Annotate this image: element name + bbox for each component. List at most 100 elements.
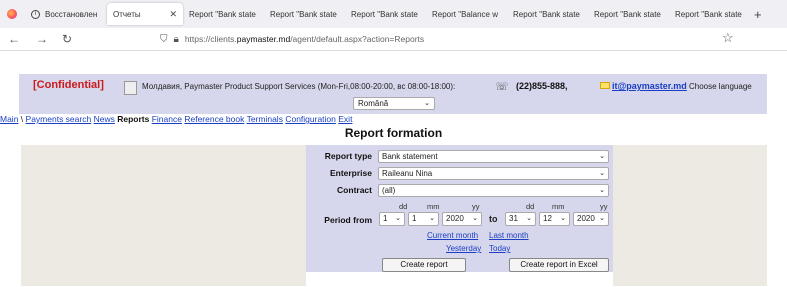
tab-report[interactable]: Report "Bank state (669, 3, 750, 25)
report-form: Report type Bank statement ⌄ Enterprise … (306, 145, 613, 272)
chevron-down-icon: ⌄ (424, 100, 430, 107)
from-day-value: 1 (383, 214, 388, 223)
to-label: to (489, 214, 498, 224)
to-day-value: 31 (509, 214, 518, 223)
tab-label: Report "Bank state (189, 9, 256, 19)
mail-icon (600, 82, 610, 89)
create-report-button[interactable]: Create report (382, 258, 466, 272)
last-month-link[interactable]: Last month (489, 231, 529, 240)
to-year-select[interactable]: 2020 ⌄ (573, 212, 609, 226)
menu-news[interactable]: News (94, 114, 115, 124)
tab-report[interactable]: Report "Balance w (426, 3, 507, 25)
email-link[interactable]: it@paymaster.md (612, 81, 687, 91)
from-month-value: 1 (412, 214, 417, 223)
confidential-label: [Confidential] (33, 79, 104, 91)
shield-icon: ⛉ (160, 33, 168, 45)
from-year-value: 2020 (446, 214, 464, 223)
contract-label: Contract (337, 185, 372, 195)
to-yy-label: yy (600, 202, 608, 211)
menu-reports[interactable]: Reports (117, 114, 149, 124)
lock-icon: 🔒︎ (173, 33, 179, 45)
page-title: Report formation (344, 126, 443, 140)
reload-icon[interactable]: ↻ (62, 32, 72, 46)
tab-label: Report "Bank state (351, 9, 418, 19)
from-mm-label: mm (427, 202, 440, 211)
menu-reference-book[interactable]: Reference book (184, 114, 244, 124)
report-type-value: Bank statement (382, 152, 438, 161)
bookmark-star-icon[interactable]: ☆ (722, 30, 734, 46)
choose-language-label: Choose language (689, 82, 752, 91)
url-bar[interactable]: ⛉ 🔒︎ https://clients. paymaster.md/agent/… (160, 31, 740, 47)
tab-report[interactable]: Report "Bank state (507, 3, 588, 25)
to-month-select[interactable]: 12 ⌄ (539, 212, 570, 226)
language-value: Română (358, 99, 389, 108)
contract-select[interactable]: (all) ⌄ (378, 184, 609, 197)
to-mm-label: mm (552, 202, 565, 211)
form-footer (306, 272, 613, 286)
browser-tabstrip: i Восстановлен Отчеты ✕ Report "Bank sta… (0, 0, 787, 28)
chevron-down-icon: ⌄ (560, 215, 566, 222)
right-panel (613, 145, 767, 286)
tab-reports[interactable]: Отчеты ✕ (107, 3, 183, 25)
new-tab-icon[interactable]: + (754, 7, 762, 22)
tab-label: Отчеты (113, 9, 141, 19)
chevron-down-icon: ⌄ (526, 215, 532, 222)
company-info: Молдавия, Paymaster Product Support Serv… (142, 82, 456, 91)
today-link[interactable]: Today (489, 244, 510, 253)
document-icon (124, 81, 137, 95)
create-report-excel-button[interactable]: Create report in Excel (509, 258, 609, 272)
phone-number: (22)855-888, (516, 81, 568, 91)
from-month-select[interactable]: 1 ⌄ (408, 212, 439, 226)
browser-navbar: ← → ↻ ⛉ 🔒︎ https://clients. paymaster.md /… (0, 28, 787, 51)
tab-label: Report "Bank state (513, 9, 580, 19)
url-prefix: https://clients. (184, 34, 237, 44)
header-bar: [Confidential] Молдавия, Paymaster Produ… (19, 74, 767, 114)
menu-terminals[interactable]: Terminals (247, 114, 283, 124)
from-day-select[interactable]: 1 ⌄ (379, 212, 405, 226)
firefox-icon (7, 9, 17, 19)
from-dd-label: dd (399, 202, 408, 211)
forward-arrow-icon[interactable]: → (36, 32, 48, 46)
url-host: paymaster.md (236, 34, 291, 44)
tab-report[interactable]: Report "Bank state (588, 3, 669, 25)
back-arrow-icon[interactable]: ← (8, 32, 20, 46)
tab-restore[interactable]: i Восстановлен (25, 3, 107, 25)
menu-finance[interactable]: Finance (152, 114, 182, 124)
tab-report[interactable]: Report "Bank state (183, 3, 264, 25)
menu-main[interactable]: Main (0, 114, 18, 124)
to-year-value: 2020 (577, 214, 595, 223)
chevron-down-icon: ⌄ (395, 215, 401, 222)
tab-label: Report "Bank state (675, 9, 742, 19)
phone-icon: ☏ (495, 81, 509, 93)
tab-report[interactable]: Report "Bank state (264, 3, 345, 25)
chevron-down-icon: ⌄ (599, 153, 605, 160)
enterprise-value: Raileanu Nina (382, 169, 433, 178)
left-panel (21, 145, 306, 286)
menu-payments-search[interactable]: Payments search (26, 114, 92, 124)
main-menu: Main \ Payments search News Reports Fina… (0, 114, 352, 124)
chevron-down-icon: ⌄ (472, 215, 478, 222)
enterprise-select[interactable]: Raileanu Nina ⌄ (378, 167, 609, 180)
menu-configuration[interactable]: Configuration (285, 114, 336, 124)
url-path: /agent/default.aspx?action=Reports (290, 34, 425, 44)
tab-label: Report "Bank state (594, 9, 661, 19)
current-month-link[interactable]: Current month (427, 231, 478, 240)
language-select[interactable]: Română ⌄ (353, 97, 435, 110)
to-day-select[interactable]: 31 ⌄ (505, 212, 536, 226)
info-icon: i (31, 9, 40, 19)
report-type-label: Report type (324, 151, 372, 161)
to-dd-label: dd (526, 202, 535, 211)
page-content: [Confidential] Молдавия, Paymaster Produ… (0, 51, 787, 287)
from-year-select[interactable]: 2020 ⌄ (442, 212, 482, 226)
tab-label: Report "Balance w (432, 9, 498, 19)
close-tab-icon[interactable]: ✕ (169, 9, 177, 20)
menu-separator: \ (18, 114, 26, 124)
report-type-select[interactable]: Bank statement ⌄ (378, 150, 609, 163)
menu-exit[interactable]: Exit (338, 114, 352, 124)
yesterday-link[interactable]: Yesterday (446, 244, 481, 253)
from-yy-label: yy (472, 202, 480, 211)
enterprise-label: Enterprise (329, 168, 372, 178)
tab-label: Восстановлен (45, 9, 98, 19)
tab-report[interactable]: Report "Bank state (345, 3, 426, 25)
chevron-down-icon: ⌄ (429, 215, 435, 222)
